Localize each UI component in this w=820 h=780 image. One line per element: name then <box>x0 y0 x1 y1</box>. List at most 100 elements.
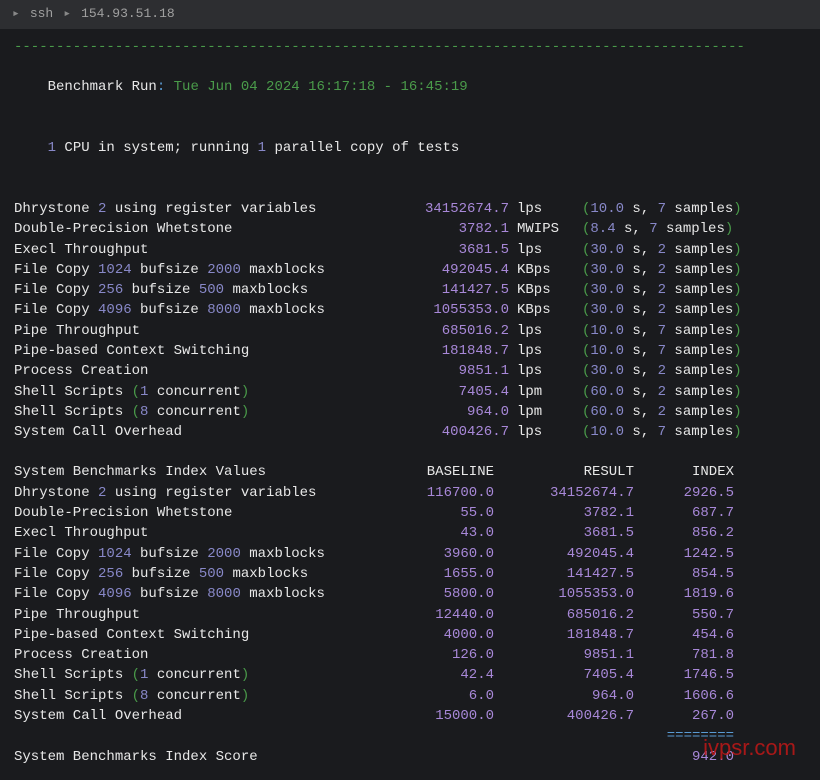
index-value: 550.7 <box>634 605 734 625</box>
result-value: 3782.1 <box>494 503 634 523</box>
test-unit: KBps <box>509 260 564 280</box>
col-baseline: BASELINE <box>384 462 494 482</box>
index-name: Double-Precision Whetstone <box>14 503 384 523</box>
test-details: (30.0 s, 2 samples) <box>564 361 742 381</box>
terminal-output[interactable]: ----------------------------------------… <box>0 29 820 775</box>
index-row: System Call Overhead15000.0400426.7267.0 <box>14 706 806 726</box>
index-row: Shell Scripts (1 concurrent)42.47405.417… <box>14 665 806 685</box>
index-name: File Copy 4096 bufsize 8000 maxblocks <box>14 584 384 604</box>
index-name: System Call Overhead <box>14 706 384 726</box>
parallel-copies: 1 <box>258 140 266 156</box>
result-value: 34152674.7 <box>494 483 634 503</box>
test-value: 3681.5 <box>394 240 509 260</box>
baseline-value: 4000.0 <box>384 625 494 645</box>
index-name: File Copy 256 bufsize 500 maxblocks <box>14 564 384 584</box>
baseline-value: 116700.0 <box>384 483 494 503</box>
col-index: INDEX <box>634 462 734 482</box>
baseline-value: 15000.0 <box>384 706 494 726</box>
test-value: 964.0 <box>394 402 509 422</box>
index-name: Shell Scripts (8 concurrent) <box>14 686 384 706</box>
test-details: (30.0 s, 2 samples) <box>564 300 742 320</box>
test-details: (10.0 s, 7 samples) <box>564 321 742 341</box>
breadcrumb-arrow-icon: ▸ <box>63 5 71 24</box>
test-unit: KBps <box>509 280 564 300</box>
test-row: System Call Overhead400426.7lps(10.0 s, … <box>14 422 806 442</box>
test-row: Execl Throughput3681.5lps(30.0 s, 2 samp… <box>14 240 806 260</box>
test-value: 1055353.0 <box>394 300 509 320</box>
test-details: (8.4 s, 7 samples) <box>564 219 733 239</box>
test-name: Pipe Throughput <box>14 321 394 341</box>
titlebar-ssh-label: ssh <box>30 5 53 24</box>
result-value: 3681.5 <box>494 523 634 543</box>
index-row: Double-Precision Whetstone55.03782.1687.… <box>14 503 806 523</box>
test-row: Pipe-based Context Switching181848.7lps(… <box>14 341 806 361</box>
test-unit: KBps <box>509 300 564 320</box>
index-row: File Copy 256 bufsize 500 maxblocks1655.… <box>14 564 806 584</box>
test-row: Process Creation9851.1lps(30.0 s, 2 samp… <box>14 361 806 381</box>
test-value: 181848.7 <box>394 341 509 361</box>
baseline-value: 42.4 <box>384 665 494 685</box>
test-name: Double-Precision Whetstone <box>14 219 394 239</box>
result-value: 400426.7 <box>494 706 634 726</box>
index-value: 1606.6 <box>634 686 734 706</box>
result-value: 141427.5 <box>494 564 634 584</box>
test-unit: lpm <box>509 382 564 402</box>
result-value: 9851.1 <box>494 645 634 665</box>
index-row: File Copy 4096 bufsize 8000 maxblocks580… <box>14 584 806 604</box>
index-name: File Copy 1024 bufsize 2000 maxblocks <box>14 544 384 564</box>
test-unit: lps <box>509 361 564 381</box>
baseline-value: 55.0 <box>384 503 494 523</box>
test-unit: MWIPS <box>509 219 564 239</box>
titlebar: ▸ ssh ▸ 154.93.51.18 <box>0 0 820 29</box>
index-value: 854.5 <box>634 564 734 584</box>
result-value: 7405.4 <box>494 665 634 685</box>
test-details: (10.0 s, 7 samples) <box>564 199 742 219</box>
test-name: File Copy 256 bufsize 500 maxblocks <box>14 280 394 300</box>
titlebar-ip: 154.93.51.18 <box>81 5 175 24</box>
test-details: (30.0 s, 2 samples) <box>564 280 742 300</box>
test-name: Dhrystone 2 using register variables <box>14 199 394 219</box>
result-value: 685016.2 <box>494 605 634 625</box>
index-name: Execl Throughput <box>14 523 384 543</box>
index-row: File Copy 1024 bufsize 2000 maxblocks396… <box>14 544 806 564</box>
test-value: 7405.4 <box>394 382 509 402</box>
separator-line: ----------------------------------------… <box>14 37 806 57</box>
run-label: Benchmark Run <box>48 79 157 95</box>
test-value: 9851.1 <box>394 361 509 381</box>
index-name: Shell Scripts (1 concurrent) <box>14 665 384 685</box>
final-score-row: System Benchmarks Index Score 942.0 <box>14 747 806 767</box>
test-value: 685016.2 <box>394 321 509 341</box>
test-value: 34152674.7 <box>394 199 509 219</box>
test-row: File Copy 256 bufsize 500 maxblocks14142… <box>14 280 806 300</box>
test-unit: lps <box>509 199 564 219</box>
index-name: Dhrystone 2 using register variables <box>14 483 384 503</box>
index-header-row: System Benchmarks Index Values BASELINE … <box>14 462 806 482</box>
index-value: 1819.6 <box>634 584 734 604</box>
test-row: Dhrystone 2 using register variables3415… <box>14 199 806 219</box>
test-row: File Copy 1024 bufsize 2000 maxblocks492… <box>14 260 806 280</box>
test-details: (60.0 s, 2 samples) <box>564 402 742 422</box>
result-value: 1055353.0 <box>494 584 634 604</box>
baseline-value: 12440.0 <box>384 605 494 625</box>
separator-row: ======== <box>14 726 806 746</box>
test-row: Pipe Throughput685016.2lps(10.0 s, 7 sam… <box>14 321 806 341</box>
test-name: Shell Scripts (1 concurrent) <box>14 382 394 402</box>
test-row: File Copy 4096 bufsize 8000 maxblocks105… <box>14 300 806 320</box>
index-value: 1242.5 <box>634 544 734 564</box>
test-unit: lpm <box>509 402 564 422</box>
test-value: 492045.4 <box>394 260 509 280</box>
test-details: (60.0 s, 2 samples) <box>564 382 742 402</box>
index-table: Dhrystone 2 using register variables1167… <box>14 483 806 727</box>
test-row: Shell Scripts (8 concurrent)964.0lpm(60.… <box>14 402 806 422</box>
index-name: Process Creation <box>14 645 384 665</box>
test-value: 141427.5 <box>394 280 509 300</box>
test-value: 3782.1 <box>394 219 509 239</box>
test-name: Process Creation <box>14 361 394 381</box>
test-unit: lps <box>509 341 564 361</box>
score-label: System Benchmarks Index Score <box>14 747 384 767</box>
cpu-count: 1 <box>48 140 56 156</box>
test-row: Shell Scripts (1 concurrent)7405.4lpm(60… <box>14 382 806 402</box>
watermark: ivpsr.com <box>703 732 796 764</box>
test-details: (10.0 s, 7 samples) <box>564 341 742 361</box>
baseline-value: 126.0 <box>384 645 494 665</box>
